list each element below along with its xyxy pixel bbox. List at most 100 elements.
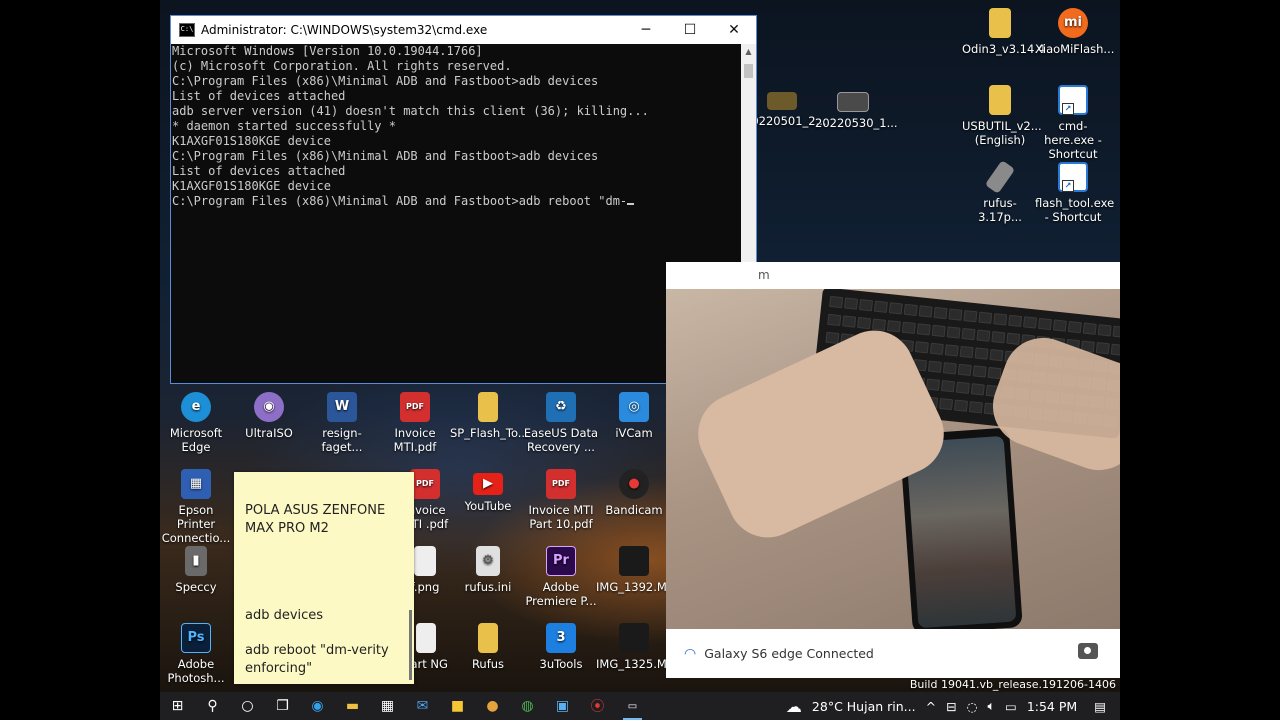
maximize-icon[interactable]: ☐ xyxy=(668,16,712,44)
keyboard-key xyxy=(940,380,955,393)
keyboard-key xyxy=(1097,324,1112,337)
console-line: List of devices attached xyxy=(172,89,346,103)
pdf-icon: PDF xyxy=(400,392,430,422)
edge-taskbar-icon[interactable]: ◉ xyxy=(300,692,335,720)
desktop-icon-easeus[interactable]: ♻ EaseUS Data Recovery ... xyxy=(523,392,599,454)
desktop-icon-resign-doc[interactable]: W resign-faget... xyxy=(304,392,380,454)
desktop-icon-usbutil[interactable]: USBUTIL_v2... (English) xyxy=(962,85,1042,147)
desktop-icon-speccy[interactable]: ▮ Speccy xyxy=(160,546,234,594)
keyboard-key xyxy=(976,329,991,342)
sync-icon[interactable]: ◌ xyxy=(967,699,978,714)
weather-icon[interactable]: ☁ xyxy=(786,697,802,716)
keyboard-key xyxy=(968,401,983,414)
image-icon xyxy=(767,92,797,110)
keyboard-key xyxy=(953,399,969,412)
store-icon[interactable]: ▦ xyxy=(370,692,405,720)
desktop-icon-img-1325[interactable]: IMG_1325.M... xyxy=(596,623,678,671)
desktop-icon-premiere[interactable]: Pr Adobe Premiere P... xyxy=(523,546,599,608)
camera-header: m xyxy=(666,262,1120,288)
desktop-icon-epson[interactable]: ▦ Epson Printer Connectio... xyxy=(160,469,234,545)
window-icon: ↗ xyxy=(1058,162,1088,192)
clock[interactable]: 1:54 PM xyxy=(1027,699,1077,714)
desktop-icon-3utools[interactable]: 3 3uTools xyxy=(523,623,599,671)
desktop-icon-label: Adobe Photosh... xyxy=(167,657,225,685)
scroll-up-icon[interactable]: ▲ xyxy=(741,44,756,59)
start-windows-icon[interactable]: ⊞ xyxy=(160,692,195,720)
disc-icon: ◉ xyxy=(254,392,284,422)
desktop-icon-xiaomiflash[interactable]: mi XiaoMiFlash... xyxy=(1035,8,1115,56)
keyboard-key xyxy=(1095,342,1110,355)
console-input-line[interactable]: C:\Program Files (x86)\Minimal ADB and F… xyxy=(172,194,741,209)
sticky-scrollbar[interactable] xyxy=(409,610,412,680)
keyboard-key xyxy=(927,360,942,373)
file-explorer-icon[interactable]: ▬ xyxy=(335,692,370,720)
desktop-icon-photoshop[interactable]: Ps Adobe Photosh... xyxy=(160,623,234,685)
desktop-icon-label: flash_tool.exe - Shortcut xyxy=(1035,196,1115,224)
folder-icon xyxy=(478,623,498,653)
bandicam-taskbar-icon[interactable]: ⦿ xyxy=(580,692,615,720)
desktop-icon-label: Speccy xyxy=(175,580,217,594)
desktop-icon-image-20220530[interactable]: 20220530_1... xyxy=(815,92,898,130)
search-icon[interactable]: ⚲ xyxy=(195,692,230,720)
keyboard-key xyxy=(942,362,957,375)
sticky-notes-taskbar-icon[interactable]: ■ xyxy=(440,692,475,720)
action-center-icon[interactable]: ▤ xyxy=(1094,699,1106,714)
desktop-icon-invoice-mti[interactable]: PDF Invoice MTI.pdf xyxy=(377,392,453,454)
chevron-up-icon[interactable]: ^ xyxy=(926,699,936,714)
keyboard-key xyxy=(916,323,931,336)
desktop-icon-ivcam[interactable]: ◎ iVCam xyxy=(596,392,672,440)
chrome-icon[interactable]: ◍ xyxy=(510,692,545,720)
desktop-icon-cmd-here[interactable]: ↗ cmd-here.exe - Shortcut xyxy=(1035,85,1111,161)
keyboard-key xyxy=(914,341,929,354)
desktop-icon-sp-flash-tool[interactable]: SP_Flash_To... xyxy=(450,392,529,440)
keyboard-key xyxy=(957,363,972,377)
keyboard-key xyxy=(948,308,963,321)
task-view-icon[interactable]: ❐ xyxy=(265,692,300,720)
app-taskbar-icon[interactable]: ● xyxy=(475,692,510,720)
speaker-icon[interactable]: 🔈︎ xyxy=(987,698,995,714)
ivcam-taskbar-icon[interactable]: ▣ xyxy=(545,692,580,720)
cortana-icon[interactable]: ○ xyxy=(230,692,265,720)
desktop-icon-label: Adobe Premiere P... xyxy=(525,580,597,608)
sticky-line: MAX PRO M2 xyxy=(245,521,329,536)
minimize-icon[interactable]: ─ xyxy=(624,16,668,44)
desktop-icon-odin[interactable]: Odin3_v3.14.4 xyxy=(962,8,1045,56)
desktop-icon-label: Microsoft Edge xyxy=(169,426,223,454)
keyboard-key xyxy=(974,347,989,360)
desktop-icon-youtube[interactable]: ▶ YouTube xyxy=(450,469,526,513)
console-line: (c) Microsoft Corporation. All rights re… xyxy=(172,59,512,73)
image-file-icon xyxy=(414,546,436,576)
desktop-icon-invoice-mti-part10[interactable]: PDF Invoice MTI Part 10.pdf xyxy=(523,469,599,531)
weather-text[interactable]: 28°C Hujan rin... xyxy=(812,699,916,714)
notification-bar-icon[interactable]: ▭ xyxy=(1005,699,1017,714)
keyboard-key xyxy=(939,397,954,411)
desktop-icon-edge[interactable]: e Microsoft Edge xyxy=(160,392,234,454)
cmd-taskbar-icon[interactable]: ▭ xyxy=(615,692,650,720)
desktop-icon-label: cmd-here.exe - Shortcut xyxy=(1044,119,1102,161)
mail-icon[interactable]: ✉ xyxy=(405,692,440,720)
close-icon[interactable]: ✕ xyxy=(712,16,756,44)
sticky-note[interactable]: POLA ASUS ZENFONE MAX PRO M2 adb devices… xyxy=(234,472,414,684)
camera-header-text: m xyxy=(758,268,770,282)
desktop-icon-bandicam[interactable]: ● Bandicam xyxy=(596,469,672,517)
cmd-console[interactable]: Microsoft Windows [Version 10.0.19044.17… xyxy=(171,44,741,383)
console-line: Microsoft Windows [Version 10.0.19044.17… xyxy=(172,44,483,58)
console-line: * daemon started successfully * xyxy=(172,119,396,133)
console-line: K1AXGF01S180KGE device xyxy=(172,134,331,148)
scrollbar-thumb[interactable] xyxy=(744,64,753,78)
desktop-icon-rufus-exe[interactable]: rufus-3.17p... xyxy=(962,160,1038,224)
cmd-titlebar[interactable]: C:\ Administrator: C:\WINDOWS\system32\c… xyxy=(171,16,756,44)
desktop-icon-label: XiaoMiFlash... xyxy=(1035,42,1115,56)
desktop-icon-rufus-folder[interactable]: Rufus xyxy=(450,623,526,671)
desktop-icon-ultraiso[interactable]: ◉ UltraISO xyxy=(231,392,307,440)
console-current-input: C:\Program Files (x86)\Minimal ADB and F… xyxy=(172,194,628,208)
desktop-icon-label: USBUTIL_v2... (English) xyxy=(962,119,1042,147)
camera-snapshot-icon[interactable] xyxy=(1078,643,1098,659)
desktop-icon-flash-tool[interactable]: ↗ flash_tool.exe - Shortcut xyxy=(1035,162,1115,224)
desktop-icon-label: YouTube xyxy=(464,499,512,513)
desktop-icon-rufus-ini[interactable]: ⚙ rufus.ini xyxy=(450,546,526,594)
keyboard-key xyxy=(903,303,918,317)
desktop-icon-label: Invoice MTI Part 10.pdf xyxy=(528,503,594,531)
network-icon[interactable]: ⊟ xyxy=(946,699,956,714)
desktop-icon-img-1392[interactable]: IMG_1392.M... xyxy=(596,546,678,594)
